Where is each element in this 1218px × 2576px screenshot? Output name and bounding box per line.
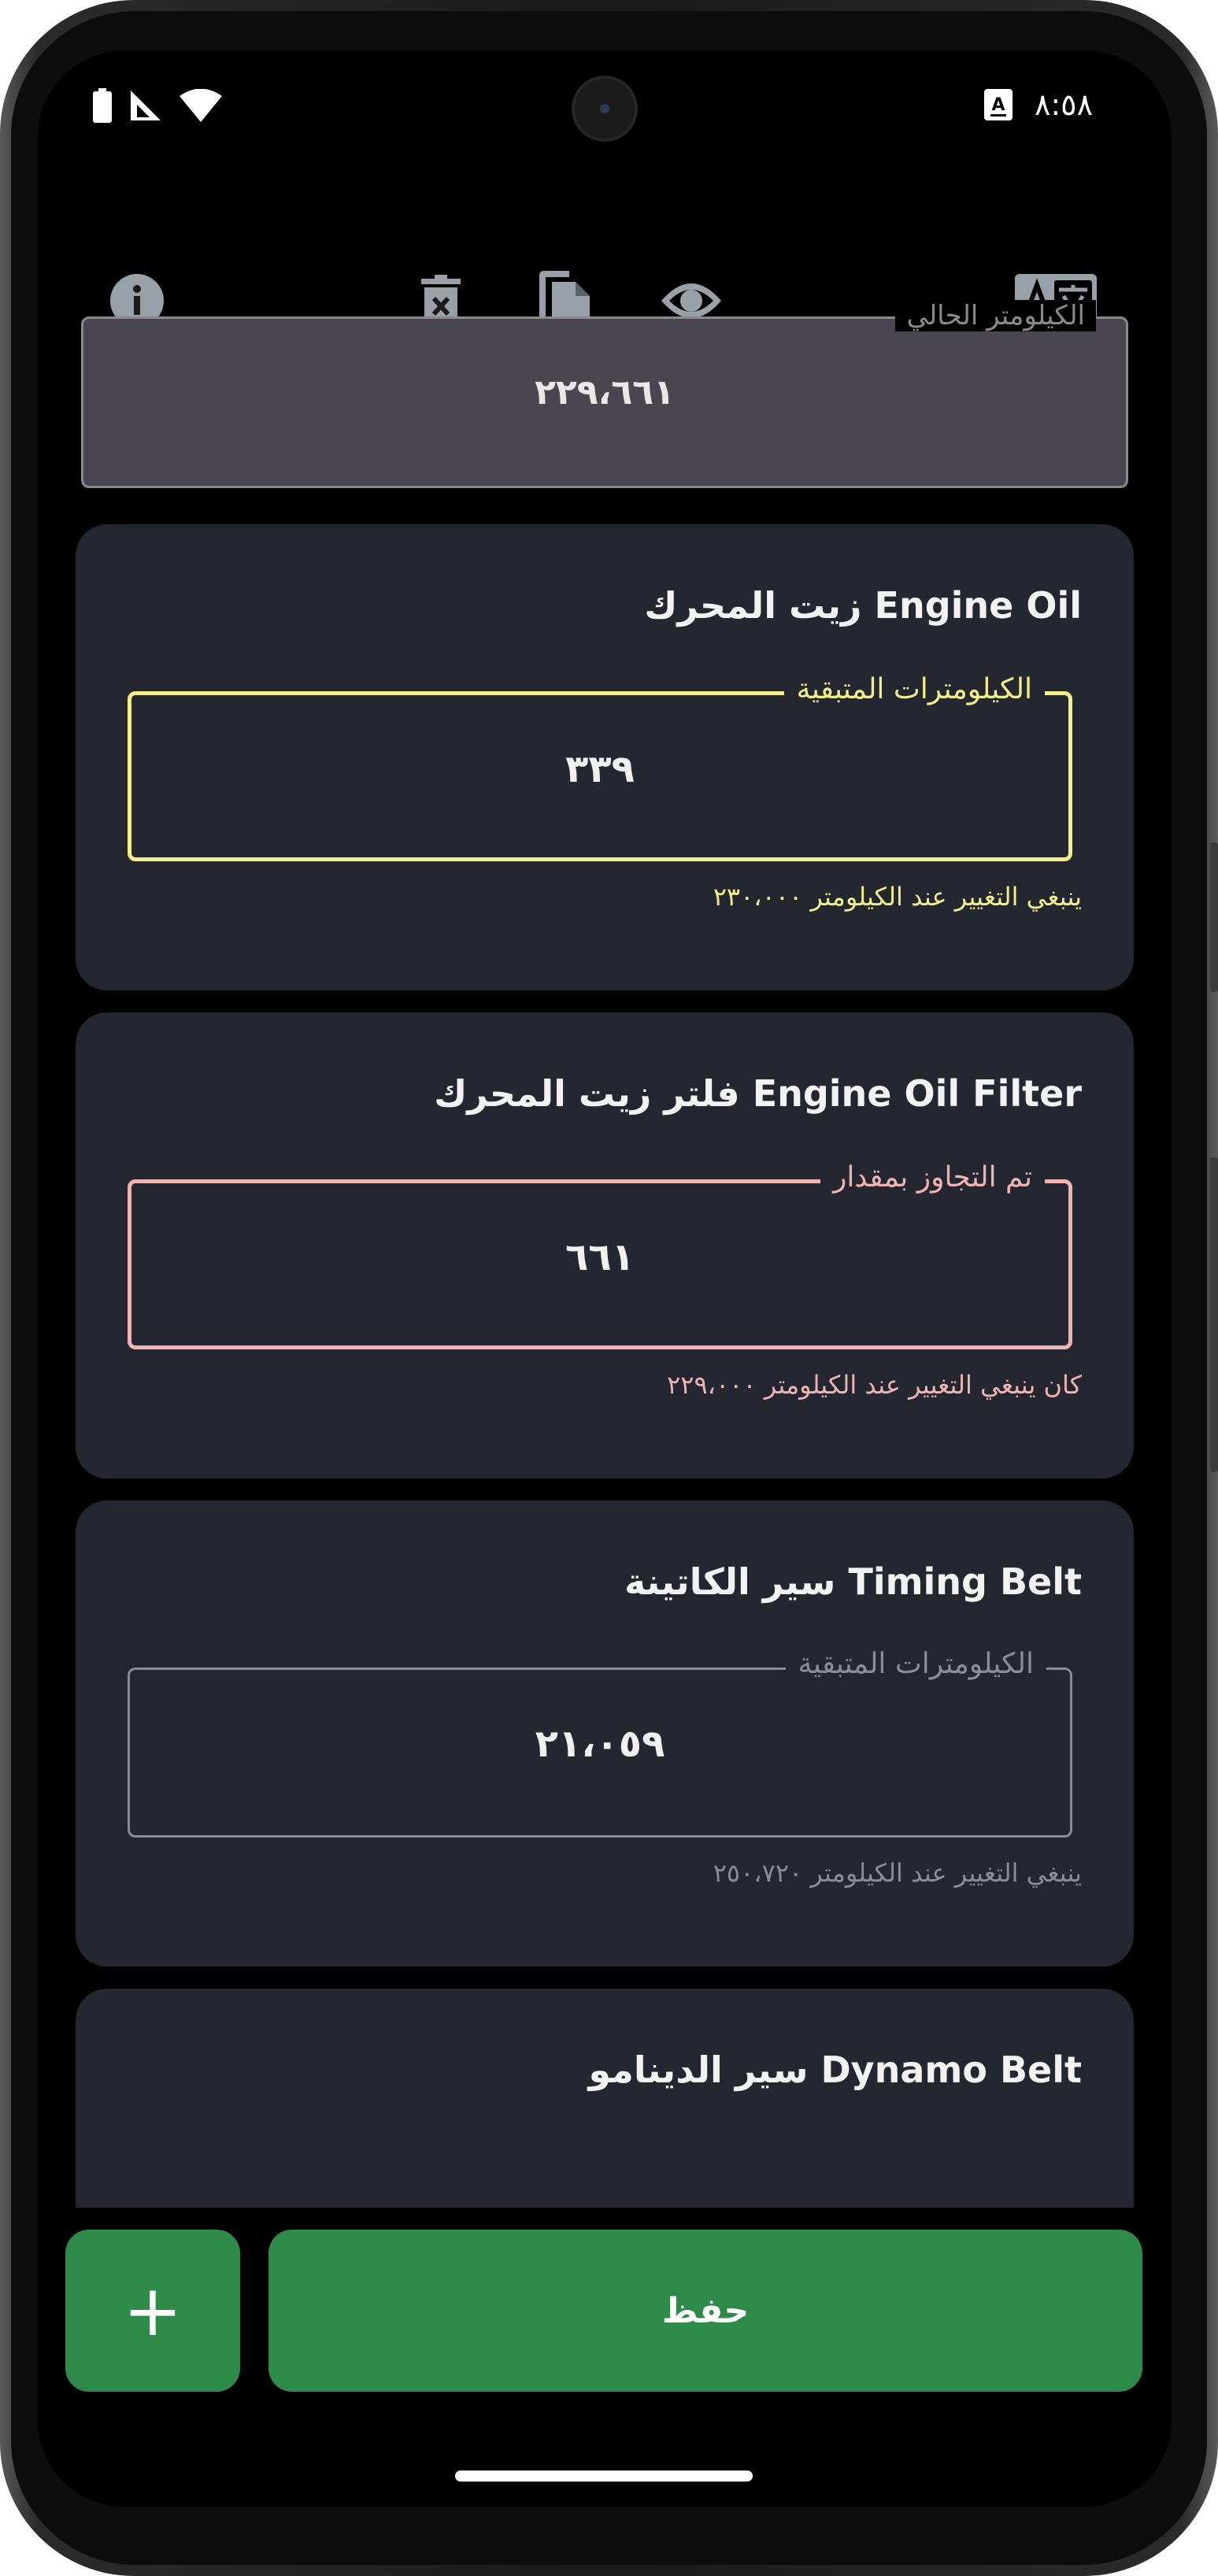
- maintenance-card-engine-oil-filter: Engine Oil Filter فلتر زيت المحرك تم الت…: [76, 1012, 1134, 1479]
- card-title: Dynamo Belt سير الدينامو: [588, 2049, 1082, 2091]
- phone-frame: A ٨:٥٨ الكيلومتر الحالي ٢٢٩،٦٦١ Engine O…: [0, 0, 1218, 2576]
- status-bar: A ٨:٥٨: [38, 50, 1172, 168]
- app-screen: A ٨:٥٨ الكيلومتر الحالي ٢٢٩،٦٦١ Engine O…: [38, 50, 1172, 2507]
- current-km-value: ٢٢٩،٦٦١: [535, 372, 675, 413]
- remaining-km-field[interactable]: الكيلومترات المتبقية ٣٣٩: [128, 673, 1072, 861]
- remaining-km-value: ٣٣٩: [565, 747, 635, 791]
- battery-icon: [93, 88, 112, 123]
- save-button[interactable]: حفظ: [268, 2230, 1142, 2392]
- front-camera: [572, 76, 638, 142]
- card-title: Engine Oil زيت المحرك: [644, 584, 1082, 627]
- should-have-changed-hint: كان ينبغي التغيير عند الكيلومتر ٢٢٩،٠٠٠: [667, 1370, 1082, 1400]
- signal-icon: [131, 91, 161, 120]
- status-icons-right: A ٨:٥٨: [983, 85, 1093, 124]
- change-at-hint: ينبغي التغيير عند الكيلومتر ٢٥٠،٧٢٠: [713, 1858, 1082, 1888]
- remaining-km-field[interactable]: الكيلومترات المتبقية ٢١،٠٥٩: [128, 1648, 1072, 1838]
- status-clock: ٨:٥٨: [1034, 87, 1093, 122]
- overdue-km-field[interactable]: تم التجاوز بمقدار ٦٦١: [128, 1161, 1072, 1349]
- home-indicator[interactable]: [455, 2471, 753, 2482]
- overdue-km-value: ٦٦١: [565, 1235, 635, 1279]
- overdue-km-label: تم التجاوز بمقدار: [820, 1161, 1045, 1194]
- power-button: [1210, 842, 1218, 992]
- card-title: Timing Belt سير الكاتينة: [624, 1560, 1082, 1603]
- remaining-km-label: الكيلومترات المتبقية: [785, 1648, 1046, 1680]
- translate-badge-icon: A: [983, 89, 1013, 120]
- maintenance-card-timing-belt: Timing Belt سير الكاتينة الكيلومترات الم…: [76, 1501, 1134, 1967]
- volume-button: [1210, 1157, 1218, 1472]
- maintenance-card-engine-oil: Engine Oil زيت المحرك الكيلومترات المتبق…: [76, 524, 1134, 990]
- add-item-button[interactable]: +: [65, 2230, 240, 2392]
- plus-icon: +: [123, 2269, 183, 2352]
- wifi-icon: [180, 89, 222, 122]
- card-title: Engine Oil Filter فلتر زيت المحرك: [434, 1072, 1082, 1115]
- save-button-label: حفظ: [661, 2290, 750, 2331]
- status-icons-left: [93, 88, 222, 123]
- change-at-hint: ينبغي التغيير عند الكيلومتر ٢٣٠،٠٠٠: [713, 882, 1082, 912]
- current-km-label: الكيلومتر الحالي: [895, 300, 1096, 331]
- remaining-km-value: ٢١،٠٥٩: [535, 1722, 665, 1766]
- bottom-action-bar: + حفظ: [38, 2208, 1172, 2507]
- svg-text:A: A: [991, 95, 1005, 115]
- remaining-km-label: الكيلومترات المتبقية: [783, 673, 1045, 705]
- current-km-field[interactable]: الكيلومتر الحالي ٢٢٩،٦٦١: [81, 300, 1128, 488]
